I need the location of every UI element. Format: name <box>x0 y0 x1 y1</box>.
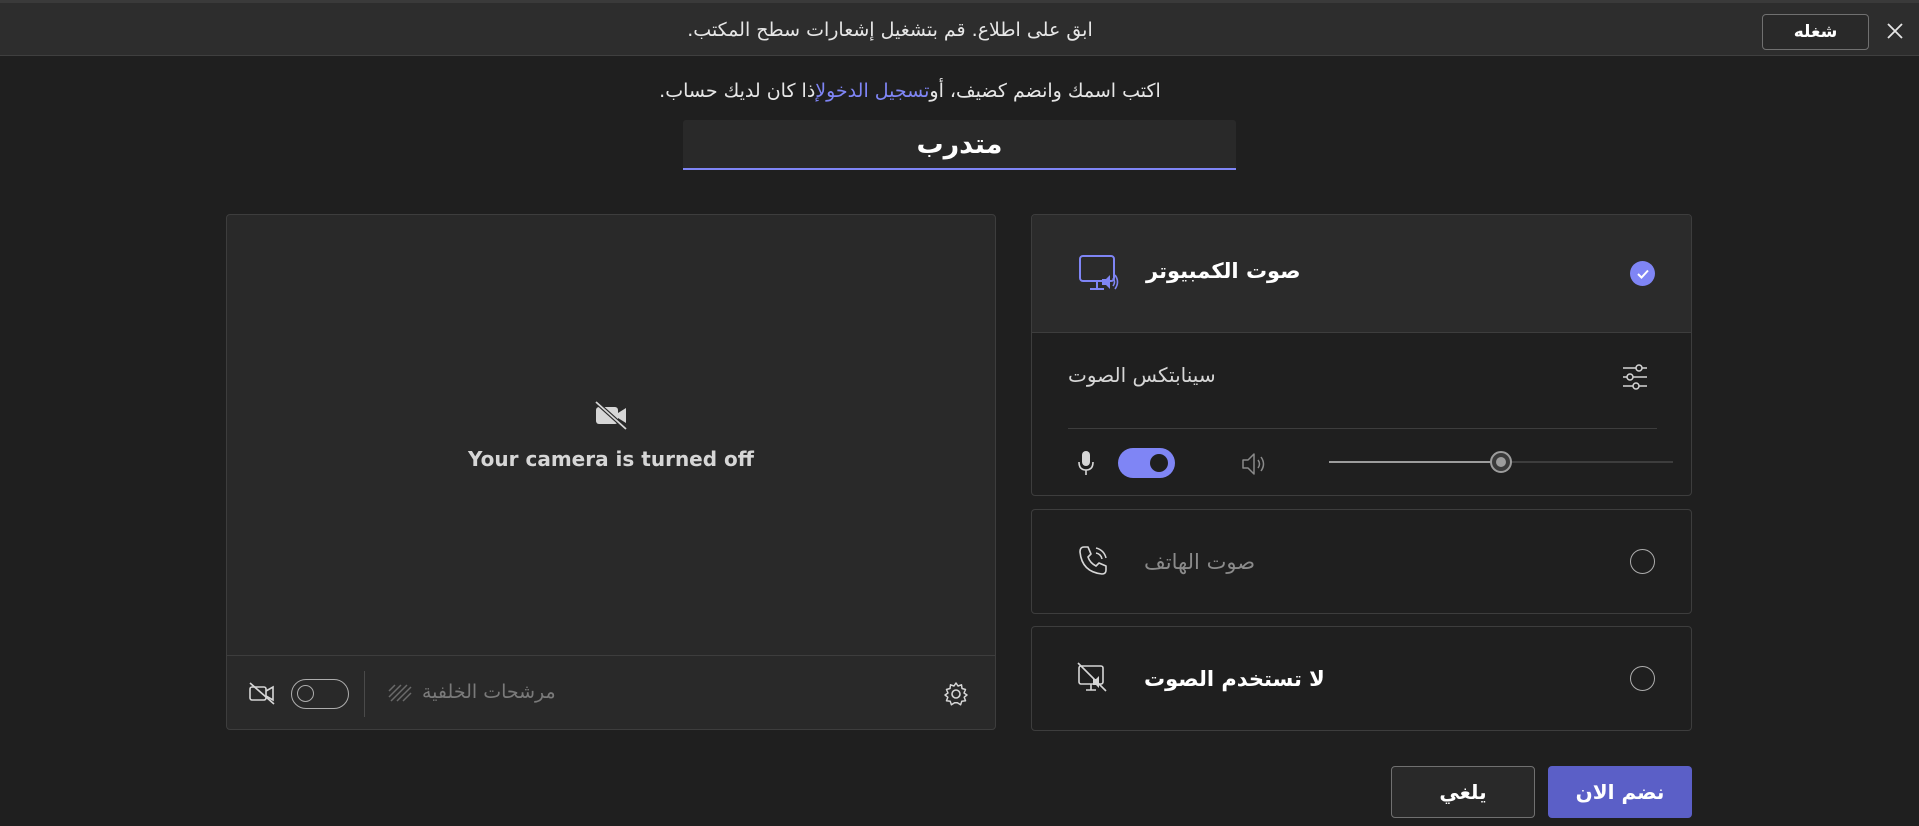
enable-notifications-button[interactable]: شغله <box>1762 14 1869 50</box>
volume-slider[interactable] <box>1329 451 1673 473</box>
camera-toggle[interactable] <box>291 679 349 709</box>
prompt-text-end: إذا كان لديك حساب. <box>659 80 816 102</box>
camera-video-area: Your camera is turned off <box>227 215 995 656</box>
computer-audio-label: صوت الكمبيوتر <box>1146 259 1301 283</box>
phone-icon <box>1079 546 1107 575</box>
close-icon <box>1887 23 1903 39</box>
background-filters-label[interactable]: مرشحات الخلفية <box>422 681 556 703</box>
speaker-icon <box>1242 453 1265 475</box>
camera-off-icon <box>594 400 628 431</box>
phone-audio-option[interactable]: صوت الهاتف <box>1031 509 1692 614</box>
mic-toggle[interactable] <box>1118 448 1175 478</box>
camera-off-status: Your camera is turned off <box>468 447 754 471</box>
name-prompt: اكتب اسمك وانضم كضيف، أوتسجيل الدخولإذا … <box>560 80 1260 102</box>
camera-preview: Your camera is turned off مرشحات الخلفية <box>226 214 996 730</box>
computer-audio-radio[interactable] <box>1630 261 1655 286</box>
no-audio-icon <box>1077 662 1107 692</box>
no-audio-radio[interactable] <box>1630 666 1655 691</box>
camera-toolbar: مرشحات الخلفية <box>227 657 995 729</box>
toolbar-divider <box>364 671 365 717</box>
camera-toggle-knob <box>297 685 314 702</box>
cancel-button[interactable]: يلغي <box>1391 766 1535 818</box>
computer-audio-header[interactable]: صوت الكمبيوتر <box>1032 215 1691 333</box>
phone-audio-label: صوت الهاتف <box>1144 550 1256 574</box>
camera-off-small-icon <box>249 682 275 705</box>
checkmark-icon <box>1636 269 1649 279</box>
sign-in-link[interactable]: تسجيل الدخول <box>815 80 929 102</box>
audio-controls-row <box>1068 429 1673 495</box>
no-audio-label: لا تستخدم الصوت <box>1144 667 1325 691</box>
no-audio-option[interactable]: لا تستخدم الصوت <box>1031 626 1692 731</box>
computer-audio-option[interactable]: صوت الكمبيوتر سينابتكس الصوت <box>1031 214 1692 496</box>
background-effects-icon <box>388 684 412 702</box>
name-input[interactable] <box>683 120 1236 168</box>
audio-device-row: سينابتكس الصوت <box>1068 333 1657 429</box>
mic-toggle-knob <box>1150 454 1168 472</box>
volume-slider-fill <box>1329 461 1501 463</box>
computer-speaker-icon <box>1079 255 1119 290</box>
sliders-icon[interactable] <box>1622 363 1648 391</box>
audio-device-name: سينابتكس الصوت <box>1068 363 1216 387</box>
gear-icon[interactable] <box>943 681 969 707</box>
join-meeting-screen: ابق على اطلاع. قم بتشغيل إشعارات سطح الم… <box>0 0 1919 826</box>
close-notification-button[interactable] <box>1883 19 1907 43</box>
notification-message: ابق على اطلاع. قم بتشغيل إشعارات سطح الم… <box>687 19 1093 41</box>
volume-slider-thumb[interactable] <box>1490 451 1512 473</box>
prompt-text-start: اكتب اسمك وانضم كضيف، أو <box>929 80 1161 102</box>
name-field[interactable] <box>683 120 1236 170</box>
join-now-button[interactable]: نضم الان <box>1548 766 1692 818</box>
microphone-icon <box>1078 451 1094 475</box>
phone-audio-radio[interactable] <box>1630 549 1655 574</box>
notification-bar: ابق على اطلاع. قم بتشغيل إشعارات سطح الم… <box>0 0 1919 56</box>
